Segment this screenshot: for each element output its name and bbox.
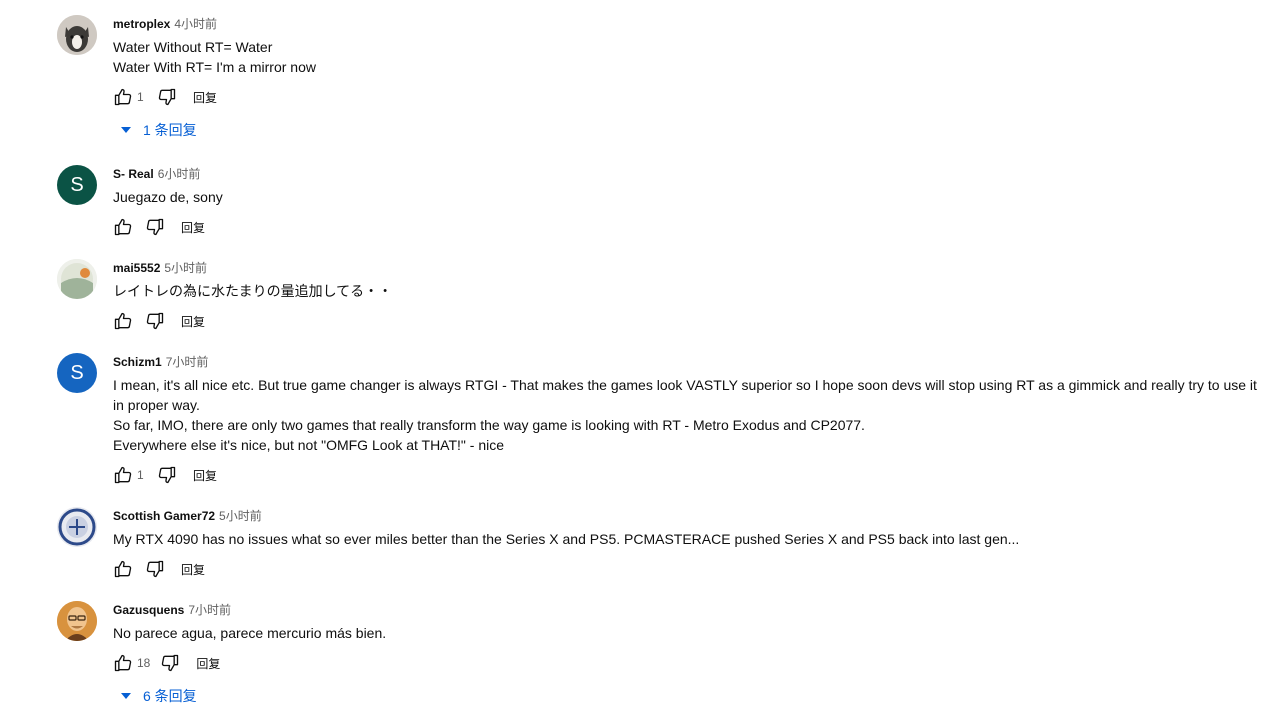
comment-actions: 1 回复 xyxy=(113,81,217,113)
reply-button[interactable]: 回复 xyxy=(181,313,205,330)
avatar-letter: S xyxy=(70,173,84,196)
comment-text: Water Without RT= Water Water With RT= I… xyxy=(113,39,316,75)
comment-text: Juegazo de, sony xyxy=(113,189,223,205)
dislike-button[interactable] xyxy=(145,553,177,585)
thumb-down-icon xyxy=(158,466,176,484)
reply-button[interactable]: 回复 xyxy=(196,655,220,672)
like-count: 1 xyxy=(137,468,144,482)
comment-author[interactable]: metroplex xyxy=(113,17,170,31)
comment-actions: 回复 xyxy=(113,553,205,585)
thumb-down-icon xyxy=(146,560,164,578)
view-replies-button[interactable]: 1 条回复 xyxy=(119,114,197,146)
thumb-up-icon xyxy=(114,88,132,106)
avatar[interactable] xyxy=(57,259,97,299)
thumb-up-icon xyxy=(114,466,132,484)
dislike-button[interactable] xyxy=(145,211,177,243)
comment-author[interactable]: Scottish Gamer72 xyxy=(113,509,215,523)
view-replies-button[interactable]: 6 条回复 xyxy=(119,680,197,712)
comment-timestamp[interactable]: 6小时前 xyxy=(158,167,201,181)
comment-text: My RTX 4090 has no issues what so ever m… xyxy=(113,531,1020,547)
avatar-letter: S xyxy=(70,361,84,384)
caret-down-icon xyxy=(121,127,131,133)
like-button[interactable] xyxy=(113,553,145,585)
caret-down-icon xyxy=(121,693,131,699)
thumb-down-icon xyxy=(158,88,176,106)
thumb-down-icon xyxy=(162,654,179,672)
like-count: 18 xyxy=(137,656,151,670)
dislike-button[interactable] xyxy=(157,459,189,491)
comment-author[interactable]: mai5552 xyxy=(113,261,160,275)
dislike-button[interactable] xyxy=(160,647,192,679)
comment-actions: 18 回复 xyxy=(113,647,220,679)
avatar-photo-icon xyxy=(57,259,97,299)
comment-actions: 回复 xyxy=(113,305,205,337)
thumb-up-icon xyxy=(114,654,132,672)
avatar[interactable] xyxy=(57,601,97,641)
thumb-up-icon xyxy=(114,312,132,330)
avatar-badge-icon xyxy=(57,507,97,547)
avatar-photo-icon xyxy=(57,601,97,641)
comment-timestamp[interactable]: 4小时前 xyxy=(174,17,217,31)
reply-button[interactable]: 回复 xyxy=(193,467,217,484)
reply-button[interactable]: 回复 xyxy=(181,561,205,578)
replies-count-label: 6 条回复 xyxy=(143,688,197,704)
avatar-photo-icon xyxy=(57,15,97,55)
thumb-down-icon xyxy=(146,312,164,330)
comment-author[interactable]: Schizm1 xyxy=(113,355,162,369)
thumb-down-icon xyxy=(146,218,164,236)
comment-author[interactable]: Gazusquens xyxy=(113,603,184,617)
like-count: 1 xyxy=(137,90,144,104)
thumb-up-icon xyxy=(114,560,132,578)
avatar[interactable] xyxy=(57,15,97,55)
avatar[interactable]: S xyxy=(57,165,97,205)
like-button[interactable] xyxy=(113,305,145,337)
avatar[interactable]: S xyxy=(57,353,97,393)
comment-timestamp[interactable]: 5小时前 xyxy=(219,509,262,523)
comment-actions: 1 回复 xyxy=(113,459,217,491)
comment-timestamp[interactable]: 7小时前 xyxy=(166,355,209,369)
dislike-button[interactable] xyxy=(157,81,189,113)
dislike-button[interactable] xyxy=(145,305,177,337)
comment-text: No parece agua, parece mercurio más bien… xyxy=(113,625,387,641)
comment-text: レイトレの為に水たまりの量追加してる・・ xyxy=(113,283,393,299)
replies-count-label: 1 条回复 xyxy=(143,122,197,138)
like-button[interactable] xyxy=(113,211,145,243)
thumb-up-icon xyxy=(114,218,132,236)
comment-text: I mean, it's all nice etc. But true game… xyxy=(113,377,1257,453)
comment-timestamp[interactable]: 7小时前 xyxy=(188,603,231,617)
comment-actions: 回复 xyxy=(113,211,205,243)
comment-timestamp[interactable]: 5小时前 xyxy=(164,261,207,275)
avatar[interactable] xyxy=(57,507,97,547)
reply-button[interactable]: 回复 xyxy=(181,219,205,236)
reply-button[interactable]: 回复 xyxy=(193,89,217,106)
comment-author[interactable]: S- Real xyxy=(113,167,154,181)
